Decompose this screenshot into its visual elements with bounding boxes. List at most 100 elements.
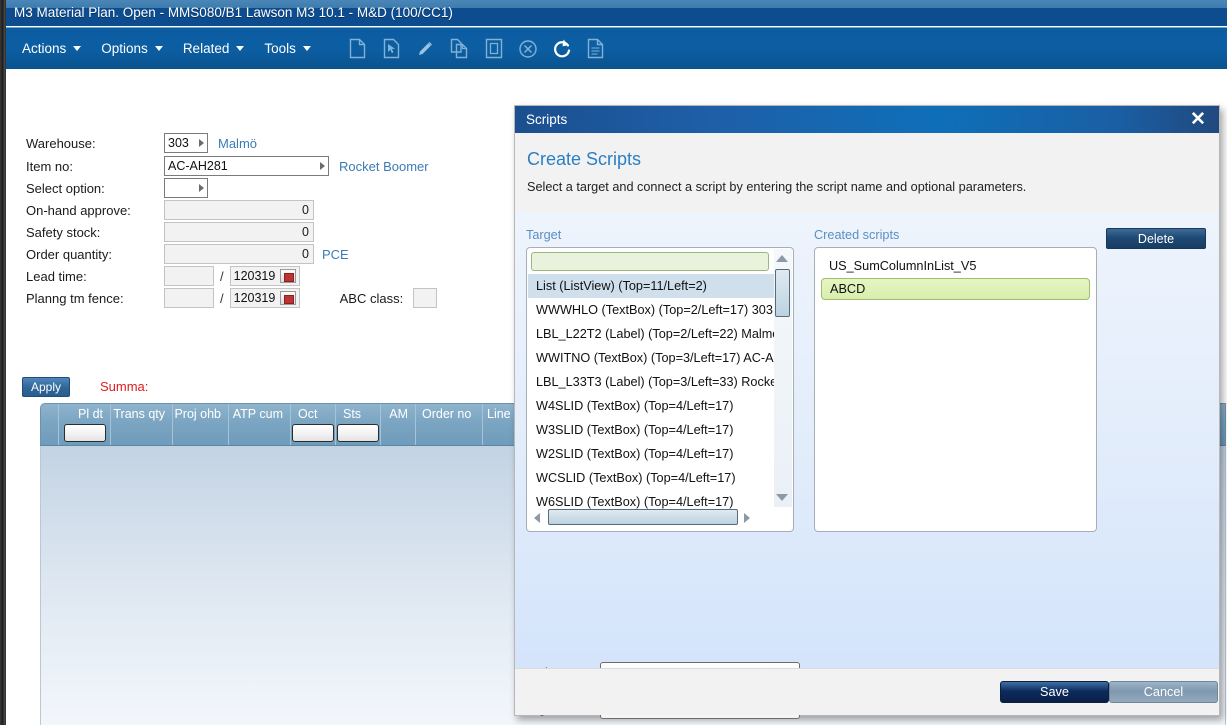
select-option-input[interactable] [164,178,208,198]
safety-stock-input[interactable]: 0 [164,222,314,242]
target-horizontal-scrollbar[interactable] [528,508,774,527]
save-button[interactable]: Save [1000,681,1109,703]
edit-pencil-icon[interactable] [409,28,443,70]
planning-time-fence-date-input[interactable]: 120319 [229,288,300,308]
list-document-icon[interactable] [579,28,613,70]
field-row-select-option: Select option: [6,178,208,198]
new-document-icon[interactable] [341,28,375,70]
created-scripts-listbox[interactable]: US_SumColumnInList_V5 ABCD [814,247,1097,532]
grid-filter-oct[interactable] [292,424,334,442]
planning-time-fence-input[interactable] [164,288,214,308]
dialog-header-block: Create Scripts Select a target and conne… [515,133,1219,194]
safety-stock-label: Safety stock: [26,224,101,240]
item-no-value: AC-AH281 [168,159,228,173]
lead-time-separator: / [220,268,224,284]
list-item[interactable]: W2SLID (TextBox) (Top=4/Left=17) [528,442,776,466]
list-item[interactable]: LBL_L22T2 (Label) (Top=2/Left=22) Malmö [528,322,776,346]
target-filter-input[interactable] [531,252,769,271]
grid-filter-sts[interactable] [337,424,379,442]
toolbar-icon-group [341,28,613,70]
target-section-label: Target [526,228,562,242]
grid-column-selector[interactable] [41,404,59,445]
target-vertical-scrollbar[interactable] [774,249,792,507]
list-item[interactable]: ABCD [821,278,1090,300]
grid-col-title: Sts [343,407,362,421]
apply-button[interactable]: Apply [22,377,70,397]
vertical-scroll-thumb[interactable] [775,269,790,317]
calendar-icon[interactable] [280,269,296,283]
select-option-label: Select option: [26,180,105,196]
scripts-dialog: Scripts ✕ Create Scripts Select a target… [514,105,1220,719]
created-scripts-panel: Created scripts US_SumColumnInList_V5 AB… [814,228,1097,532]
chevron-down-icon [73,46,82,51]
field-row-on-hand-approve: On-hand approve: 0 [6,200,314,220]
grid-column-atp-cum[interactable]: ATP cum [229,404,291,445]
refresh-icon[interactable] [545,28,579,70]
lead-time-date-input[interactable]: 120319 [229,266,300,286]
grid-col-title [41,404,58,423]
cancel-button[interactable]: Cancel [1109,681,1218,703]
calendar-icon[interactable] [280,291,296,305]
list-item[interactable]: List (ListView) (Top=11/Left=2) [528,274,776,298]
grid-column-am[interactable]: AM [381,404,416,445]
list-item[interactable]: US_SumColumnInList_V5 [821,254,1090,278]
grid-filter-pl-dt[interactable] [63,424,106,442]
grid-col-title: Pl dt [77,407,103,421]
target-panel: Target List (ListView) (Top=11/Left=2) W… [526,228,794,532]
abc-class-input[interactable] [413,288,438,308]
item-no-description: Rocket Boomer [339,158,429,174]
grid-column-oct[interactable]: Oct [291,404,336,445]
scroll-left-arrow-icon[interactable] [534,513,540,523]
grid-column-pl-dt[interactable]: Pl dt [59,404,111,445]
dialog-title: Scripts [526,112,568,127]
menu-related[interactable]: Related [173,28,255,70]
copy-document-icon[interactable] [443,28,477,70]
grid-column-proj-ohb[interactable]: Proj ohb [173,404,229,445]
lookup-arrow-icon [199,139,204,147]
menu-actions-label: Actions [22,41,67,56]
select-document-icon[interactable] [375,28,409,70]
grid-col-title: Line [487,407,511,421]
lead-time-date-value: 120319 [233,269,276,283]
order-quantity-input[interactable]: 0 [164,244,314,264]
item-no-input[interactable]: AC-AH281 [164,156,329,176]
field-row-lead-time: Lead time: / 120319 [6,266,300,286]
created-scripts-section-label: Created scripts [814,228,900,242]
list-item[interactable]: W3SLID (TextBox) (Top=4/Left=17) [528,418,776,442]
menu-tools-label: Tools [264,41,296,56]
grid-column-line[interactable]: Line [483,404,518,445]
warehouse-input[interactable]: 303 [164,133,208,153]
list-item[interactable]: LBL_L33T3 (Label) (Top=3/Left=33) Rocket… [528,370,776,394]
menu-actions[interactable]: Actions [12,28,91,70]
dialog-subheading: Select a target and connect a script by … [527,180,1027,194]
grid-column-trans-qty[interactable]: Trans qty [111,404,173,445]
target-listbox[interactable]: List (ListView) (Top=11/Left=2) WWWHLO (… [526,247,794,532]
list-item[interactable]: W4SLID (TextBox) (Top=4/Left=17) [528,394,776,418]
scroll-up-arrow-icon[interactable] [776,255,788,262]
grid-column-order-no[interactable]: Order no [416,404,483,445]
scroll-down-arrow-icon[interactable] [776,494,788,501]
list-item[interactable]: WWWHLO (TextBox) (Top=2/Left=17) 303 [528,298,776,322]
menu-tools[interactable]: Tools [254,28,321,70]
dialog-content-area: Target List (ListView) (Top=11/Left=2) W… [515,212,1219,719]
display-document-icon[interactable] [477,28,511,70]
list-item[interactable]: WWITNO (TextBox) (Top=3/Left=17) AC-AH [528,346,776,370]
list-item[interactable]: WCSLID (TextBox) (Top=4/Left=17) [528,466,776,490]
target-list-items: List (ListView) (Top=11/Left=2) WWWHLO (… [528,274,776,514]
grid-col-title: Trans qty [113,407,165,421]
cancel-circle-icon[interactable] [511,28,545,70]
on-hand-approve-input[interactable]: 0 [164,200,314,220]
field-row-item-no: Item no: AC-AH281 Rocket Boomer [6,156,429,176]
scroll-right-arrow-icon[interactable] [744,513,750,523]
main-toolbar: Actions Options Related Tools [6,27,1227,69]
grid-column-sts[interactable]: Sts [336,404,381,445]
delete-button[interactable]: Delete [1106,228,1206,249]
chevron-down-icon [154,46,163,51]
lead-time-input[interactable] [164,266,214,286]
grid-col-title: AM [389,407,408,421]
horizontal-scroll-thumb[interactable] [548,509,738,525]
menu-options[interactable]: Options [91,28,173,70]
chevron-down-icon [302,46,311,51]
chevron-down-icon [236,46,245,51]
close-icon[interactable]: ✕ [1187,109,1209,131]
